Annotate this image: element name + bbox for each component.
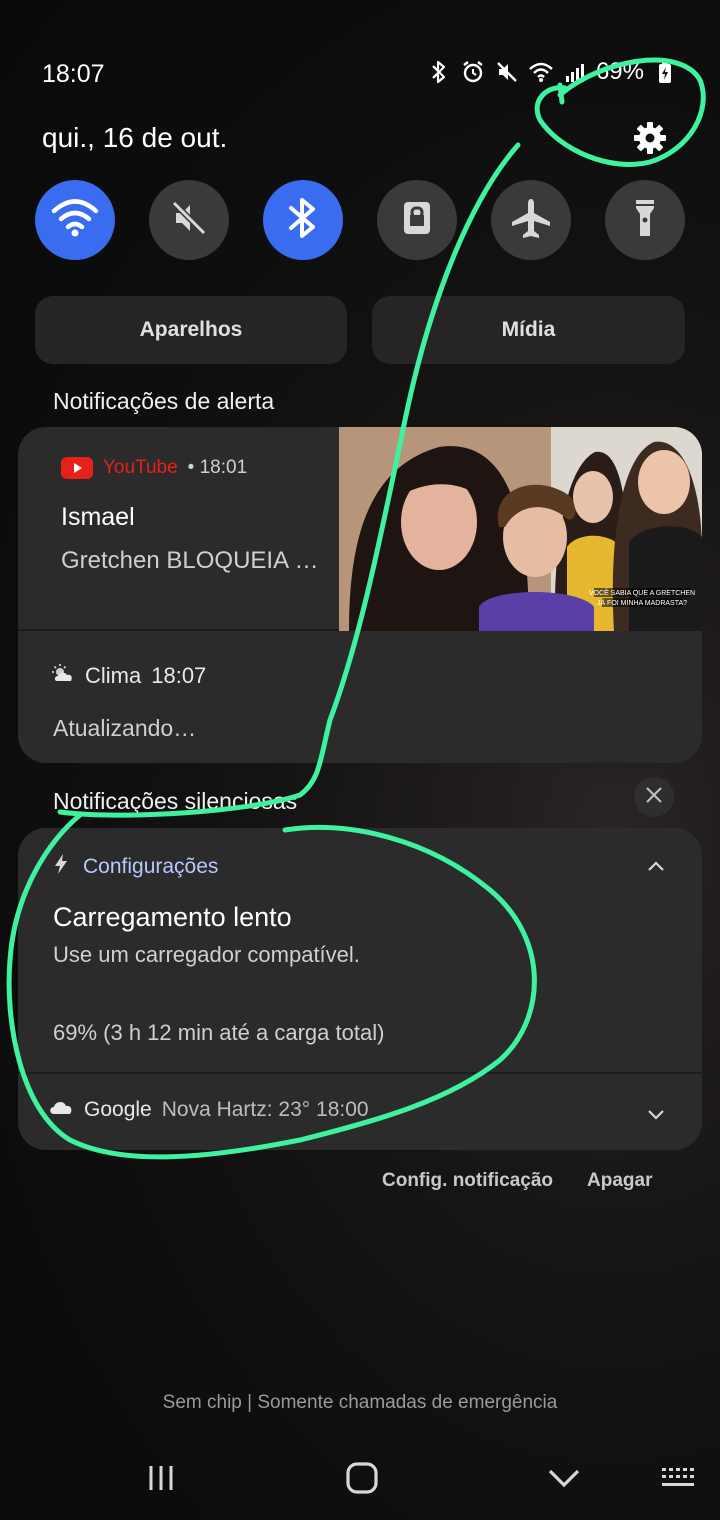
date-label: qui., 16 de out. (42, 122, 228, 153)
devices-button[interactable]: Aparelhos (35, 296, 347, 364)
clear-all-button[interactable]: Apagar (587, 1170, 652, 1192)
lock-icon (397, 198, 437, 243)
silent-section-title: Notificações silenciosas (53, 788, 298, 814)
video-thumbnail[interactable]: VOCÊ SABIA QUE A GRETCHEN JÁ FOI MINHA M… (339, 427, 702, 631)
network-status-text: Sem chip | Somente chamadas de emergênci… (162, 1392, 558, 1413)
clima-notification-header: Clima 18:07 (51, 663, 206, 689)
qs-bluetooth-toggle[interactable] (263, 180, 343, 260)
bluetooth-icon (285, 196, 321, 245)
wifi-icon (51, 198, 99, 243)
youtube-icon (61, 457, 93, 479)
quick-settings-row (35, 180, 685, 260)
clima-notification[interactable]: Clima 18:07 Atualizando… (18, 633, 702, 763)
cloud-icon (48, 1098, 74, 1122)
thumbnail-caption-2: JÁ FOI MINHA MADRASTA? (597, 598, 687, 607)
youtube-notification-title: Ismael (61, 503, 135, 531)
youtube-app-name: YouTube (103, 457, 178, 478)
home-icon (345, 1461, 379, 1500)
lightning-icon (53, 853, 69, 881)
status-time: 18:07 (42, 60, 105, 88)
close-icon (644, 785, 664, 810)
youtube-notification-body: Gretchen BLOQUEIA … (61, 547, 319, 574)
youtube-time: • 18:01 (187, 457, 248, 478)
qs-sound-toggle[interactable] (149, 180, 229, 260)
keyboard-button[interactable] (656, 1458, 700, 1502)
clima-notification-body: Atualizando… (53, 715, 197, 741)
wifi-icon (528, 59, 554, 85)
flashlight-icon (625, 196, 665, 245)
back-button[interactable] (542, 1458, 586, 1502)
recents-icon (146, 1463, 176, 1498)
settings-gear-icon[interactable] (632, 120, 668, 156)
charging-title: Carregamento lento (53, 902, 292, 932)
config-app-name: Configurações (83, 855, 219, 878)
collapse-chevron-up-icon[interactable] (644, 854, 668, 878)
google-notification-text: Nova Hartz: 23° 18:00 (161, 1098, 369, 1121)
clima-time: 18:07 (151, 663, 207, 688)
qs-lock-toggle[interactable] (377, 180, 457, 260)
alarm-icon (460, 59, 486, 85)
signal-icon (562, 59, 588, 85)
bluetooth-icon (426, 59, 452, 85)
media-button[interactable]: Mídia (372, 296, 685, 364)
mute-icon (494, 59, 520, 85)
status-bar: 18:07 69% (0, 0, 720, 110)
silent-notifications-card: Configurações Carregamento lento Use um … (18, 828, 702, 1150)
chevron-down-icon (547, 1467, 581, 1494)
battery-percent: 69% (595, 58, 644, 85)
alert-section-title: Notificações de alerta (53, 388, 275, 414)
airplane-icon (509, 196, 553, 245)
charging-notification[interactable]: Configurações Carregamento lento Use um … (18, 828, 702, 1074)
navigation-bar (0, 1440, 720, 1520)
google-notification[interactable]: Google Nova Hartz: 23° 18:00 (18, 1076, 702, 1150)
keyboard-icon (660, 1465, 696, 1496)
weather-icon (51, 663, 75, 689)
qs-wifi-toggle[interactable] (35, 180, 115, 260)
youtube-notification[interactable]: YouTube • 18:01 Ismael Gretchen BLOQUEIA… (18, 427, 702, 631)
charging-notification-header: Configurações (53, 853, 218, 881)
thumbnail-caption-1: VOCÊ SABIA QUE A GRETCHEN (589, 588, 695, 597)
notification-actions: Config. notificação Apagar (382, 1170, 652, 1192)
youtube-notification-header: YouTube • 18:01 (61, 457, 247, 479)
clear-silent-button[interactable] (634, 777, 674, 817)
home-button[interactable] (340, 1458, 384, 1502)
battery-charging-icon (652, 59, 678, 85)
charging-status: 69% (3 h 12 min até a carga total) (53, 1020, 385, 1045)
clima-app-name: Clima (85, 663, 142, 688)
alert-notifications-card: YouTube • 18:01 Ismael Gretchen BLOQUEIA… (18, 427, 702, 763)
google-notification-row: Google Nova Hartz: 23° 18:00 (48, 1098, 369, 1122)
recents-button[interactable] (139, 1458, 183, 1502)
mute-icon (169, 198, 209, 243)
google-app-name: Google (84, 1098, 152, 1121)
expand-chevron-down-icon[interactable] (644, 1102, 668, 1126)
qs-airplane-toggle[interactable] (491, 180, 571, 260)
notification-settings-button[interactable]: Config. notificação (382, 1170, 553, 1192)
status-icons: 69% (426, 58, 678, 86)
charging-subtitle: Use um carregador compatível. (53, 942, 360, 967)
qs-flashlight-toggle[interactable] (605, 180, 685, 260)
